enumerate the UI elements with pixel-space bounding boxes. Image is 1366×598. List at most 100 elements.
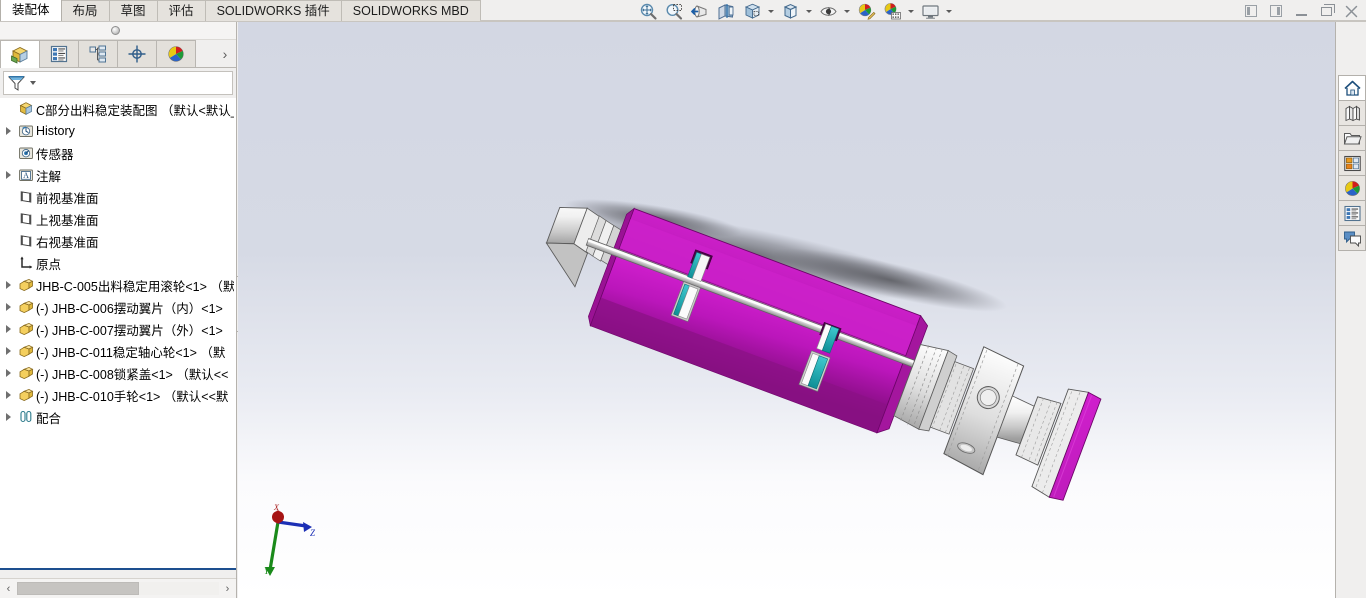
assembly-3d-model: Y Z X bbox=[264, 198, 1102, 576]
tree-expander[interactable] bbox=[0, 230, 16, 252]
plane-icon bbox=[16, 230, 36, 252]
ribbon-tab-sw-mbd[interactable]: SOLIDWORKS MBD bbox=[340, 0, 481, 21]
plane-icon bbox=[16, 208, 36, 230]
plane-icon bbox=[16, 186, 36, 208]
file-explorer-tab[interactable] bbox=[1338, 125, 1366, 151]
tree-item-history[interactable]: History bbox=[0, 120, 236, 142]
tree-expander[interactable] bbox=[0, 252, 16, 274]
section-view-icon[interactable] bbox=[714, 1, 738, 22]
graphics-viewport[interactable]: Y Z X bbox=[238, 22, 1335, 598]
tree-expander[interactable] bbox=[0, 384, 16, 406]
tree-expander[interactable] bbox=[0, 208, 16, 230]
configuration-manager-tab[interactable] bbox=[78, 40, 118, 67]
tree-expander[interactable] bbox=[0, 340, 16, 362]
dimxpert-manager-tab[interactable] bbox=[117, 40, 157, 67]
ribbon-tab-assembly[interactable]: 装配体 bbox=[0, 0, 62, 21]
view-orientation-caret-icon[interactable] bbox=[766, 1, 776, 22]
tree-item-right-plane[interactable]: 右视基准面 bbox=[0, 230, 236, 252]
previous-view-icon[interactable] bbox=[688, 1, 712, 22]
zoom-to-fit-icon[interactable] bbox=[636, 1, 660, 22]
maximize-button[interactable] bbox=[1315, 1, 1337, 21]
apply-scene-icon[interactable] bbox=[880, 1, 904, 22]
properties-icon bbox=[1343, 205, 1361, 221]
property-manager-tab[interactable] bbox=[39, 40, 79, 67]
tree-expander[interactable] bbox=[0, 164, 16, 186]
tree-expander[interactable] bbox=[0, 296, 16, 318]
right-hub-stack bbox=[893, 344, 1102, 501]
view-orientation-icon[interactable] bbox=[740, 1, 764, 22]
tree-item-label: (-) JHB-C-011稳定轴心轮<1> （默 bbox=[36, 345, 226, 360]
view-palette-tab[interactable] bbox=[1338, 150, 1366, 176]
tree-item-part-jhb-c-005[interactable]: JHB-C-005出料稳定用滚轮<1> （默 bbox=[0, 274, 236, 296]
hide-show-items-icon[interactable] bbox=[816, 1, 840, 22]
tree-expander[interactable] bbox=[0, 362, 16, 384]
tree-item-top-plane[interactable]: 上视基准面 bbox=[0, 208, 236, 230]
design-tree[interactable]: C部分出料稳定装配图 （默认<默认_显示 History bbox=[0, 98, 236, 570]
design-library-tab[interactable] bbox=[1338, 100, 1366, 126]
appearances-scenes-tab[interactable] bbox=[1338, 175, 1366, 201]
display-manager-tab[interactable] bbox=[156, 40, 196, 67]
tree-item-part-jhb-c-011[interactable]: (-) JHB-C-011稳定轴心轮<1> （默 bbox=[0, 340, 236, 362]
filter-caret-icon[interactable] bbox=[30, 81, 36, 85]
ribbon-tab-evaluate[interactable]: 评估 bbox=[156, 0, 206, 21]
restore-doc-left-button[interactable] bbox=[1240, 1, 1262, 21]
tree-item-mates[interactable]: 配合 bbox=[0, 406, 236, 428]
tree-filter-bar[interactable] bbox=[3, 71, 233, 95]
tree-horizontal-scrollbar[interactable]: ‹ › bbox=[0, 578, 236, 598]
svg-text:X: X bbox=[273, 503, 280, 512]
view-settings-icon[interactable] bbox=[918, 1, 942, 22]
tree-item-label: (-) JHB-C-010手轮<1> （默认<<默 bbox=[36, 389, 229, 404]
apply-scene-caret-icon[interactable] bbox=[906, 1, 916, 22]
edit-appearance-icon[interactable] bbox=[854, 1, 878, 22]
close-button[interactable] bbox=[1340, 1, 1362, 21]
coordinate-triad: Y Z X bbox=[264, 503, 316, 576]
tree-expander[interactable] bbox=[0, 406, 16, 428]
tree-item-label: 配合 bbox=[36, 411, 62, 426]
scroll-right-arrow-icon[interactable]: › bbox=[219, 580, 236, 598]
tree-expander[interactable] bbox=[0, 98, 16, 120]
tree-expander[interactable] bbox=[0, 142, 16, 164]
ribbon-tab-sw-addins[interactable]: SOLIDWORKS 插件 bbox=[204, 0, 342, 21]
sensors-folder-icon bbox=[16, 142, 36, 164]
tree-item-part-jhb-c-006[interactable]: (-) JHB-C-006摆动翼片（内）<1> bbox=[0, 296, 236, 318]
restore-doc-right-button[interactable] bbox=[1265, 1, 1287, 21]
display-style-icon[interactable] bbox=[778, 1, 802, 22]
hide-show-items-caret-icon[interactable] bbox=[842, 1, 852, 22]
filter-icon bbox=[7, 75, 26, 91]
panel-pin-row bbox=[0, 22, 236, 40]
tree-item-origin[interactable]: 原点 bbox=[0, 252, 236, 274]
forum-tab[interactable] bbox=[1338, 225, 1366, 251]
feature-manager-tab[interactable] bbox=[0, 40, 40, 68]
tree-item-part-jhb-c-007[interactable]: (-) JHB-C-007摆动翼片（外）<1> bbox=[0, 318, 236, 340]
custom-properties-tab[interactable] bbox=[1338, 200, 1366, 226]
auto-hide-pin-icon[interactable] bbox=[111, 26, 120, 35]
tree-item-label: 前视基准面 bbox=[36, 191, 99, 206]
tree-item-part-jhb-c-008[interactable]: (-) JHB-C-008锁紧盖<1> （默认<< bbox=[0, 362, 236, 384]
tree-expander[interactable] bbox=[0, 274, 16, 296]
tree-item-assembly-root[interactable]: C部分出料稳定装配图 （默认<默认_显示 bbox=[0, 98, 236, 120]
tree-item-part-jhb-c-010[interactable]: (-) JHB-C-010手轮<1> （默认<<默 bbox=[0, 384, 236, 406]
tree-item-label: C部分出料稳定装配图 （默认<默认_显示 bbox=[36, 103, 234, 118]
ribbon-tab-layout[interactable]: 布局 bbox=[60, 0, 110, 21]
tree-item-front-plane[interactable]: 前视基准面 bbox=[0, 186, 236, 208]
tree-expander[interactable] bbox=[0, 120, 16, 142]
scrollbar-thumb[interactable] bbox=[17, 582, 139, 595]
scroll-left-arrow-icon[interactable]: ‹ bbox=[0, 580, 17, 598]
solidworks-resources-tab[interactable] bbox=[1338, 75, 1366, 101]
tree-item-sensors[interactable]: 传感器 bbox=[0, 142, 236, 164]
display-style-caret-icon[interactable] bbox=[804, 1, 814, 22]
tree-item-label: 原点 bbox=[36, 257, 62, 272]
manager-tab-row: › bbox=[0, 40, 236, 68]
tree-expander[interactable] bbox=[0, 186, 16, 208]
ribbon-tab-sketch[interactable]: 草图 bbox=[108, 0, 158, 21]
tree-item-annotations[interactable]: A 注解 bbox=[0, 164, 236, 186]
part-icon bbox=[16, 384, 36, 406]
tree-item-label: 上视基准面 bbox=[36, 213, 99, 228]
tree-item-label: 右视基准面 bbox=[36, 235, 99, 250]
scrollbar-track[interactable] bbox=[17, 582, 219, 595]
view-settings-caret-icon[interactable] bbox=[944, 1, 954, 22]
tree-expander[interactable] bbox=[0, 318, 16, 340]
zoom-to-area-icon[interactable] bbox=[662, 1, 686, 22]
minimize-button[interactable] bbox=[1290, 1, 1312, 21]
manager-tabs-overflow-button[interactable]: › bbox=[214, 40, 236, 67]
